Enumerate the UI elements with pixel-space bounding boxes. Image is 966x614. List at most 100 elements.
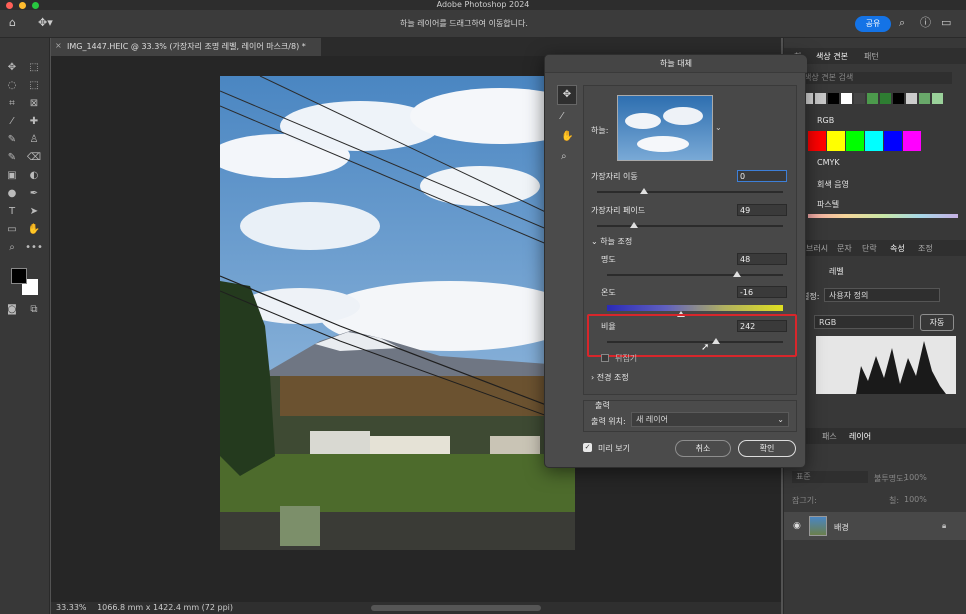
tab-paths[interactable]: 패스 [822,431,837,442]
screen-mode-icon[interactable]: ⧉ [25,302,43,318]
color-swatch[interactable] [827,131,845,151]
lasso-tool-icon[interactable]: ◌ [3,78,21,94]
sky-adjust-label[interactable]: ⌄ 하늘 조정 [591,236,632,247]
opacity-value[interactable]: 100% [904,473,927,482]
color-swatch[interactable] [884,131,902,151]
share-button[interactable]: 공유 [855,16,891,32]
tab-patterns[interactable]: 패턴 [864,51,879,62]
color-swatch[interactable] [906,93,917,104]
hand-tool-icon[interactable]: ✋ [561,131,573,142]
tab-layers[interactable]: 레이어 [849,431,871,442]
search-icon[interactable]: ⌕ [899,16,905,30]
shift-edge-handle[interactable] [639,188,648,194]
preview-checkbox[interactable]: ✓ [583,443,592,452]
preset-dropdown[interactable]: 사용자 정의 [824,288,940,302]
pen-tool-icon[interactable]: ✒ [25,186,43,202]
object-select-icon[interactable]: ⬚ [25,78,43,94]
help-icon[interactable]: ⓘ [920,16,931,30]
fade-edge-slider[interactable] [597,225,783,227]
shape-tool-icon[interactable]: ▭ [3,222,21,238]
output-to-dropdown[interactable]: 새 레이어 ⌄ [631,412,789,427]
path-select-icon[interactable]: ➤ [25,204,43,220]
swatch-group-gray[interactable]: 회색 음영 [817,179,849,190]
zoom-level[interactable]: 33.33% [56,603,87,612]
zoom-tool-icon[interactable]: ⌕ [3,240,21,256]
color-swatch[interactable] [846,131,864,151]
tab-adjustments[interactable]: 조정 [918,243,933,254]
color-swatch[interactable] [903,131,921,151]
visibility-eye-icon[interactable]: ◉ [793,521,801,531]
move-tool-options-icon[interactable]: ✥▾ [38,16,53,30]
fade-edge-field[interactable]: 49 [737,204,787,216]
brightness-slider[interactable] [607,274,783,276]
blend-mode-dropdown[interactable]: 표준 [792,471,868,483]
cancel-button[interactable]: 취소 [675,440,731,457]
brightness-handle[interactable] [733,271,742,277]
sky-preset-thumbnail[interactable] [617,95,713,161]
tab-properties[interactable]: 속성 [890,243,905,254]
temperature-field[interactable]: -16 [737,286,787,298]
channel-dropdown[interactable]: RGB [814,315,914,329]
color-swatch[interactable] [919,93,930,104]
tab-character[interactable]: 문자 [837,243,852,254]
color-swatch[interactable] [880,93,891,104]
swatch-search-input[interactable]: 색상 견본 검색 [802,72,952,84]
dodge-icon[interactable]: ● [3,186,21,202]
hand-tool-icon[interactable]: ✋ [25,222,43,238]
eraser-icon[interactable]: ⌫ [25,150,43,166]
temperature-slider[interactable] [607,305,783,311]
flip-checkbox[interactable] [601,354,609,362]
move-tool-icon[interactable]: ✥ [557,85,577,105]
marquee-tool-icon[interactable]: ⬚ [25,60,43,76]
color-swatch[interactable] [841,93,852,104]
color-swatch[interactable] [893,93,904,104]
history-brush-icon[interactable]: ✎ [3,150,21,166]
color-swatch[interactable] [865,131,883,151]
healing-brush-icon[interactable]: ✚ [25,114,43,130]
color-swatch[interactable] [808,131,826,151]
foreground-adjust-label[interactable]: › 전경 조정 [591,372,629,383]
document-tab[interactable]: IMG_1447.HEIC @ 33.3% (가장자리 조명 레벨, 레이어 마… [51,38,321,56]
scale-field[interactable]: 242 [737,320,787,332]
horizontal-scrollbar[interactable] [371,605,541,611]
foreground-color-swatch[interactable] [11,268,27,284]
color-swatch[interactable] [867,93,878,104]
home-icon[interactable]: ⌂ [9,16,16,30]
frame-tool-icon[interactable]: ⊠ [25,96,43,112]
zoom-tool-icon[interactable]: ⌕ [561,151,567,162]
color-swatch[interactable] [932,93,943,104]
color-swatch[interactable] [854,93,865,104]
more-tools-icon[interactable]: ••• [25,240,43,256]
layer-name[interactable]: 배경 [834,522,849,533]
color-swatch[interactable] [815,93,826,104]
move-tool-icon[interactable]: ✥ [3,60,21,76]
tab-paragraph[interactable]: 단락 [862,243,877,254]
blur-icon[interactable]: ◐ [25,168,43,184]
swatch-group-rgb[interactable]: RGB [817,116,834,125]
tab-swatches[interactable]: 색상 견본 [816,51,848,62]
sky-dropdown-chevron-icon[interactable]: ⌄ [715,123,722,132]
scale-slider[interactable] [607,341,783,343]
fill-value[interactable]: 100% [904,495,927,504]
quick-mask-icon[interactable]: ◙ [3,302,21,318]
close-tab-icon[interactable]: × [55,41,62,50]
crop-tool-icon[interactable]: ⌗ [3,96,21,112]
ok-button[interactable]: 확인 [738,440,796,457]
shift-edge-field[interactable]: 0 [737,170,787,182]
workspace-icon[interactable]: ▭ [941,16,951,30]
color-swatch[interactable] [828,93,839,104]
brightness-field[interactable]: 48 [737,253,787,265]
eyedropper-icon[interactable]: ⁄ [3,114,21,130]
shift-edge-slider[interactable] [597,191,783,193]
type-tool-icon[interactable]: T [3,204,21,220]
tab-brushes[interactable]: 브러시 [806,243,828,254]
gradient-icon[interactable]: ▣ [3,168,21,184]
brush-tool-icon[interactable]: ✎ [3,132,21,148]
fade-edge-handle[interactable] [630,222,639,228]
scale-handle[interactable] [712,338,721,344]
swatch-group-cmyk[interactable]: CMYK [817,158,840,167]
swatch-group-pastel[interactable]: 파스텔 [817,199,839,210]
auto-button[interactable]: 자동 [920,314,954,331]
sky-brush-icon[interactable]: ⁄ [561,111,563,122]
clone-stamp-icon[interactable]: ♙ [25,132,43,148]
